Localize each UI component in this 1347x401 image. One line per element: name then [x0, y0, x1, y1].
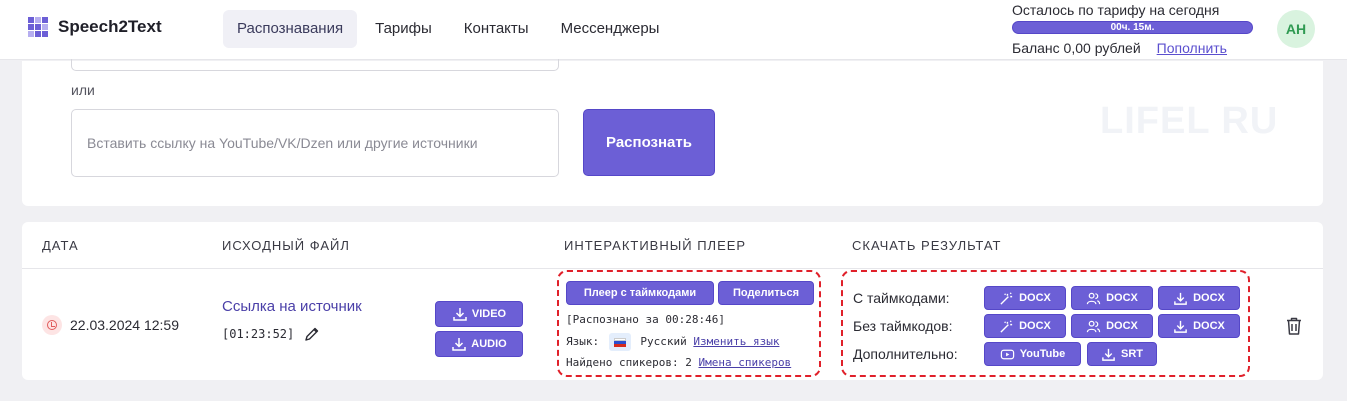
tariff-progress-bar: 00ч. 15м. [1012, 21, 1253, 34]
logo-text: Speech2Text [58, 17, 162, 36]
balance-text: Баланс 0,00 рублей [1012, 40, 1141, 56]
date-value: 22.03.2024 12:59 [70, 317, 179, 333]
download-icon [1174, 292, 1187, 305]
share-button[interactable]: Поделиться [718, 281, 814, 305]
url-input[interactable] [71, 109, 559, 177]
recognize-button[interactable]: Распознать [583, 109, 715, 176]
magic-wand-icon [1000, 319, 1013, 333]
date-cell: 22.03.2024 12:59 [42, 315, 179, 335]
col-source: ИСХОДНЫЙ ФАЙЛ [222, 238, 350, 253]
nav-messengers[interactable]: Мессенджеры [547, 10, 674, 48]
duration-value: [01:23:52] [222, 327, 295, 341]
video-label: VIDEO [471, 308, 507, 320]
docx-speakers-plain-button[interactable]: DOCX [1071, 314, 1153, 338]
speakers-count: Найдено спикеров: 2 [566, 356, 692, 369]
with-timecodes-label: С таймкодами: [853, 290, 950, 306]
col-player: ИНТЕРАКТИВНЫЙ ПЛЕЕР [564, 238, 747, 253]
language-value: Русский [640, 335, 687, 348]
watermark: LIFEL RU [1100, 100, 1279, 142]
pencil-icon[interactable] [304, 326, 320, 342]
tariff-remaining: 00ч. 15м. [1110, 22, 1155, 33]
youtube-button[interactable]: YouTube [984, 342, 1081, 366]
file-drop-field[interactable] [71, 59, 559, 71]
nav-tariffs[interactable]: Тарифы [361, 10, 446, 48]
recognitions-table: ДАТА ИСХОДНЫЙ ФАЙЛ ИНТЕРАКТИВНЫЙ ПЛЕЕР С… [22, 222, 1323, 380]
topup-link[interactable]: Пополнить [1157, 40, 1227, 56]
docx-magic-timecodes-button[interactable]: DOCX [984, 286, 1066, 310]
users-icon [1086, 320, 1101, 332]
speaker-names-link[interactable]: Имена спикеров [698, 356, 791, 369]
recognized-time: [Распознано за 00:28:46] [566, 313, 725, 326]
player-highlight: Плеер с таймкодами Поделиться [Распознан… [557, 270, 821, 377]
download-icon [1102, 348, 1115, 361]
tariff-panel: Осталось по тарифу на сегодня 00ч. 15м. … [1012, 2, 1257, 56]
docx-label: DOCX [1193, 292, 1225, 304]
additional-label: Дополнительно: [853, 346, 958, 362]
download-audio-button[interactable]: AUDIO [435, 331, 523, 357]
col-date: ДАТА [42, 238, 79, 253]
docx-label: DOCX [1106, 292, 1138, 304]
change-language-link[interactable]: Изменить язык [693, 335, 779, 348]
magic-wand-icon [1000, 291, 1013, 305]
docx-label: DOCX [1019, 292, 1051, 304]
timecode-player-button[interactable]: Плеер с таймкодами [566, 281, 714, 305]
without-timecodes-label: Без таймкодов: [853, 318, 953, 334]
clock-icon [42, 315, 62, 335]
tariff-label: Осталось по тарифу на сегодня [1012, 2, 1220, 18]
download-icon [453, 308, 467, 321]
docx-speakers-timecodes-button[interactable]: DOCX [1071, 286, 1153, 310]
nav-recognitions[interactable]: Распознавания [223, 10, 358, 48]
main-nav: Распознавания Тарифы Контакты Мессенджер… [223, 10, 677, 48]
download-video-button[interactable]: VIDEO [435, 301, 523, 327]
or-label: или [71, 82, 95, 98]
youtube-label: YouTube [1019, 348, 1066, 360]
col-download: СКАЧАТЬ РЕЗУЛЬТАТ [852, 238, 1002, 253]
docx-magic-plain-button[interactable]: DOCX [984, 314, 1066, 338]
table-header: ДАТА ИСХОДНЫЙ ФАЙЛ ИНТЕРАКТИВНЫЙ ПЛЕЕР С… [22, 222, 1323, 269]
language-line: Язык: Русский Изменить язык [566, 333, 779, 351]
download-icon [1174, 320, 1187, 333]
logo[interactable]: Speech2Text [28, 17, 162, 37]
source-link[interactable]: Ссылка на источник [222, 298, 362, 315]
download-icon [452, 338, 467, 351]
audio-label: AUDIO [471, 338, 507, 350]
nav-contacts[interactable]: Контакты [450, 10, 543, 48]
download-highlight: С таймкодами: Без таймкодов: Дополнитель… [841, 270, 1250, 377]
logo-icon [28, 17, 48, 37]
language-label: Язык: [566, 335, 600, 348]
speakers-line: Найдено спикеров: 2 Имена спикеров [566, 356, 791, 369]
docx-download-timecodes-button[interactable]: DOCX [1158, 286, 1240, 310]
russia-flag-icon [608, 333, 631, 351]
source-duration: [01:23:52] [222, 326, 320, 342]
docx-label: DOCX [1106, 320, 1138, 332]
docx-download-plain-button[interactable]: DOCX [1158, 314, 1240, 338]
balance-line: Баланс 0,00 рублей Пополнить [1012, 40, 1257, 56]
docx-label: DOCX [1019, 320, 1051, 332]
users-icon [1086, 292, 1101, 304]
avatar[interactable]: AH [1277, 10, 1315, 48]
docx-label: DOCX [1193, 320, 1225, 332]
srt-label: SRT [1121, 348, 1143, 360]
table-row: 22.03.2024 12:59 Ссылка на источник [01:… [22, 270, 1323, 380]
top-header: Speech2Text Распознавания Тарифы Контакт… [0, 0, 1347, 60]
trash-icon[interactable] [1285, 316, 1303, 336]
youtube-icon [1000, 349, 1014, 359]
srt-button[interactable]: SRT [1087, 342, 1157, 366]
